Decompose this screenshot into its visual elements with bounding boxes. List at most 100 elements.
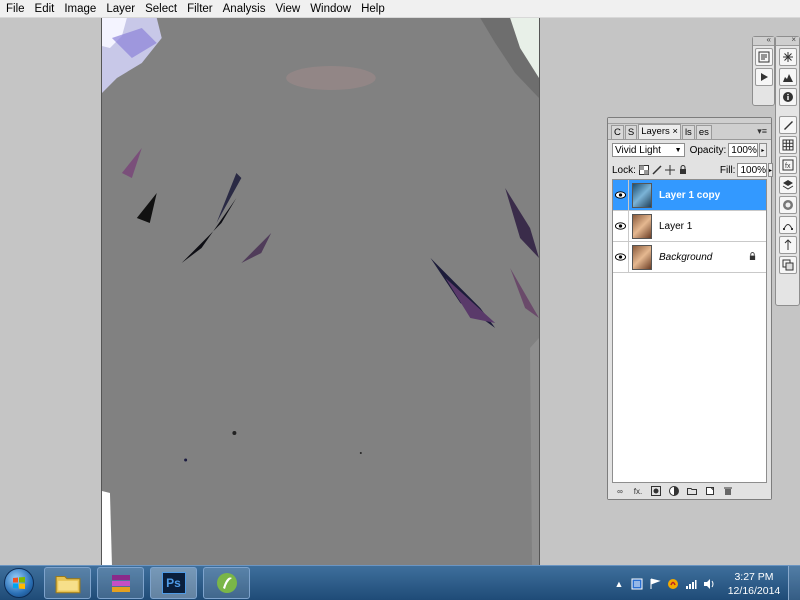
lock-row: Lock: Fill: 100% ▸ <box>608 160 774 180</box>
panel-dock-top: « <box>752 35 775 106</box>
menu-bar: File Edit Image Layer Select Filter Anal… <box>0 0 800 18</box>
fill-value: 100% <box>740 164 767 176</box>
paths-icon[interactable] <box>778 216 797 234</box>
menu-window[interactable]: Window <box>306 3 355 15</box>
lock-pixels-icon[interactable] <box>652 165 662 176</box>
brushes-icon[interactable] <box>778 116 797 134</box>
layer-name[interactable]: Layer 1 copy <box>659 190 720 201</box>
volume-icon[interactable] <box>702 577 716 591</box>
menu-layer[interactable]: Layer <box>102 3 139 15</box>
panel-menu-icon[interactable]: ▾≡ <box>757 126 767 137</box>
coreldraw-icon <box>216 573 237 593</box>
layers-footer: ∞ fx. <box>608 483 771 499</box>
menu-filter[interactable]: Filter <box>183 3 217 15</box>
folder-icon <box>55 575 80 594</box>
layer-thumbnail <box>632 182 652 208</box>
taskbar: Ps ▲ 3:27 PM 12/16/2014 <box>0 565 800 600</box>
lock-all-icon[interactable] <box>678 165 688 176</box>
chevron-down-icon: ▼ <box>674 146 682 154</box>
layer-row-background[interactable]: Background <box>613 242 766 273</box>
workspace: « × fx C S Layers × ls es ▾≡ Vivid Light… <box>0 18 800 565</box>
menu-select[interactable]: Select <box>141 3 181 15</box>
styles-icon[interactable]: fx <box>778 156 797 174</box>
layer-thumbnail <box>632 213 652 239</box>
visibility-eye-icon[interactable] <box>613 242 629 272</box>
layer-row-layer-1[interactable]: Layer 1 <box>613 211 766 242</box>
tab-layers-label: Layers <box>641 126 670 137</box>
lock-position-icon[interactable] <box>664 165 675 176</box>
clone-source-icon[interactable] <box>778 256 797 274</box>
opacity-field[interactable]: 100% <box>728 143 758 157</box>
fx-icon[interactable]: fx. <box>632 485 644 497</box>
tab-layers[interactable]: Layers × <box>638 124 681 139</box>
swatches-grid-icon[interactable] <box>778 136 797 154</box>
tray-app-icon[interactable] <box>630 577 644 591</box>
masks-icon[interactable] <box>778 196 797 214</box>
visibility-eye-icon[interactable] <box>613 180 629 210</box>
tab-close-icon[interactable]: × <box>672 126 678 137</box>
menu-file[interactable]: File <box>2 3 29 15</box>
document-canvas[interactable] <box>101 18 540 565</box>
menu-help[interactable]: Help <box>357 3 389 15</box>
taskbar-coreldraw-button[interactable] <box>203 567 250 599</box>
svg-text:fx: fx <box>785 163 791 170</box>
adjustments-icon[interactable] <box>778 236 797 254</box>
fill-slider-button[interactable]: ▸ <box>768 163 774 177</box>
start-button[interactable] <box>0 566 38 600</box>
tab-masks[interactable]: es <box>695 125 712 139</box>
actions-icon[interactable] <box>754 68 773 86</box>
mask-icon[interactable] <box>650 485 662 497</box>
blend-row: Vivid Light ▼ Opacity: 100% ▸ <box>608 140 771 160</box>
clock[interactable]: 3:27 PM 12/16/2014 <box>720 570 788 598</box>
menu-image[interactable]: Image <box>60 3 100 15</box>
history-icon[interactable] <box>754 48 773 66</box>
layer-thumbnail <box>632 244 652 270</box>
menu-view[interactable]: View <box>271 3 304 15</box>
layer-name[interactable]: Layer 1 <box>659 221 692 232</box>
layer-row-layer-1-copy[interactable]: Layer 1 copy <box>613 180 766 211</box>
layers-panel: C S Layers × ls es ▾≡ Vivid Light ▼ Opac… <box>607 117 774 500</box>
blend-mode-value: Vivid Light <box>615 144 661 156</box>
clock-time: 3:27 PM <box>734 570 774 583</box>
navigator-icon[interactable] <box>778 48 797 66</box>
action-center-flag-icon[interactable] <box>648 577 662 591</box>
blend-mode-select[interactable]: Vivid Light ▼ <box>612 143 685 157</box>
panel-dock-right: × fx <box>775 35 800 306</box>
link-layers-icon[interactable]: ∞ <box>614 485 626 497</box>
histogram-icon[interactable] <box>778 68 797 86</box>
taskbar-photoshop-button[interactable]: Ps <box>150 567 197 599</box>
photoshop-icon: Ps <box>161 572 186 594</box>
dock-header-right[interactable]: × <box>776 35 799 46</box>
menu-analysis[interactable]: Analysis <box>219 3 270 15</box>
antivirus-icon[interactable] <box>666 577 680 591</box>
windows-logo-icon <box>4 568 34 598</box>
show-hidden-icons-icon[interactable]: ▲ <box>612 577 626 591</box>
visibility-eye-icon[interactable] <box>613 211 629 241</box>
fill-field[interactable]: 100% <box>737 163 768 177</box>
tab-paths[interactable]: ls <box>681 125 695 139</box>
lock-label: Lock: <box>612 164 636 176</box>
adjustment-layer-icon[interactable] <box>668 485 680 497</box>
group-icon[interactable] <box>686 485 698 497</box>
canvas-image <box>102 18 539 565</box>
delete-icon[interactable] <box>722 485 734 497</box>
tab-c[interactable]: C <box>611 125 624 139</box>
dock-header[interactable]: « <box>753 35 774 46</box>
opacity-slider-button[interactable]: ▸ <box>758 143 767 157</box>
show-desktop-button[interactable] <box>788 566 800 600</box>
opacity-value: 100% <box>731 144 757 156</box>
lock-icon <box>749 252 756 263</box>
tab-s[interactable]: S <box>624 125 638 139</box>
taskbar-winrar-button[interactable] <box>97 567 144 599</box>
layers-icon[interactable] <box>778 176 797 194</box>
menu-edit[interactable]: Edit <box>31 3 59 15</box>
lock-transparency-icon[interactable] <box>638 165 649 176</box>
winrar-icon <box>111 575 130 592</box>
clock-date: 12/16/2014 <box>727 584 781 597</box>
layer-name[interactable]: Background <box>659 252 712 263</box>
network-icon[interactable] <box>684 577 698 591</box>
taskbar-explorer-button[interactable] <box>44 567 91 599</box>
system-tray: ▲ 3:27 PM 12/16/2014 <box>612 566 800 600</box>
new-layer-icon[interactable] <box>704 485 716 497</box>
info-icon[interactable] <box>778 88 797 106</box>
